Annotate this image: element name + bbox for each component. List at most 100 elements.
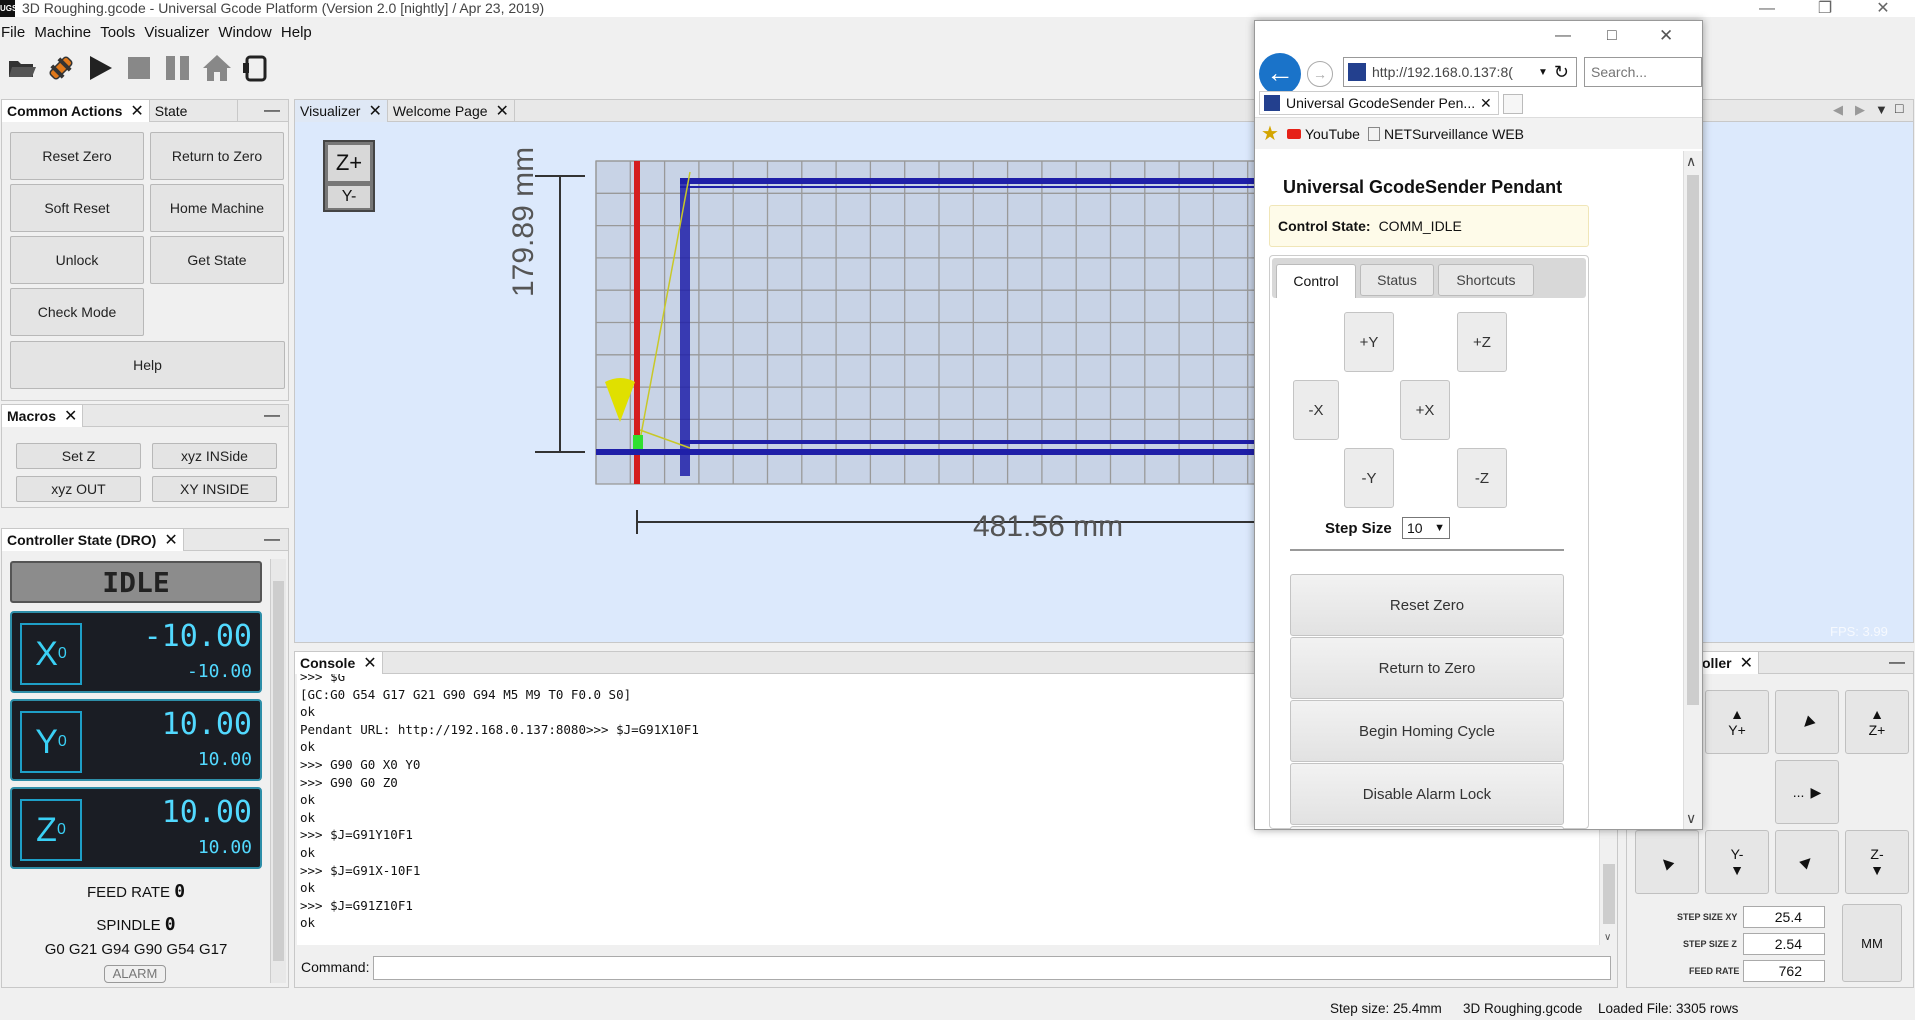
tab-console[interactable]: Console ✕ [295, 651, 383, 674]
favorite-youtube[interactable]: YouTube [1286, 126, 1360, 142]
pause-icon[interactable] [160, 50, 196, 86]
favorite-netsurveillance[interactable]: NETSurveillance WEB [1367, 126, 1524, 142]
pendant-more-button[interactable] [1290, 826, 1564, 829]
check-mode-button[interactable]: Check Mode [10, 288, 144, 336]
tab-nav-right-icon[interactable]: ▶ [1855, 102, 1865, 118]
menu-machine[interactable]: Machine [34, 24, 91, 41]
minimize-icon[interactable]: — [264, 407, 280, 425]
reset-zero-button[interactable]: Reset Zero [10, 132, 144, 180]
units-toggle-button[interactable]: MM [1842, 904, 1902, 982]
minimize-icon[interactable]: — [264, 531, 280, 549]
connect-plug-icon[interactable] [43, 50, 79, 86]
tab-macros[interactable]: Macros ✕ [2, 404, 84, 427]
pendant-jog-xminus[interactable]: -X [1293, 380, 1339, 440]
pendant-jog-yminus[interactable]: -Y [1344, 448, 1394, 508]
pendant-return-to-zero-button[interactable]: Return to Zero [1290, 637, 1564, 699]
close-icon[interactable]: ✕ [130, 101, 143, 121]
get-state-button[interactable]: Get State [150, 236, 284, 284]
pendant-homing-button[interactable]: Begin Homing Cycle [1290, 700, 1564, 762]
browser-maximize-icon[interactable]: □ [1607, 27, 1617, 45]
address-bar[interactable]: http://192.168.0.137:8( ▼ ↻ [1343, 57, 1577, 87]
tab-jog-controller[interactable]: oller ✕ [1697, 651, 1759, 674]
pendant-tab-shortcuts[interactable]: Shortcuts [1438, 264, 1534, 296]
browser-tab[interactable]: Universal GcodeSender Pen... ✕ [1259, 91, 1499, 115]
menu-window[interactable]: Window [218, 24, 271, 41]
tab-dro[interactable]: Controller State (DRO) ✕ [2, 528, 184, 551]
home-machine-button[interactable]: Home Machine [150, 184, 284, 232]
browser-close-icon[interactable]: ✕ [1659, 26, 1673, 46]
step-xy-spinner[interactable]: 25.4 [1743, 906, 1825, 928]
minimize-icon[interactable]: — [1889, 654, 1905, 672]
scrollbar-thumb[interactable] [273, 581, 284, 961]
pendant-disable-alarm-button[interactable]: Disable Alarm Lock [1290, 763, 1564, 825]
macro-xyz-out-button[interactable]: xyz OUT [16, 476, 141, 502]
axis-y-button[interactable]: Y0 [20, 711, 82, 773]
tab-visualizer[interactable]: Visualizer ✕ [295, 99, 388, 122]
favorites-star-icon[interactable]: ★ [1261, 121, 1279, 146]
return-to-zero-button[interactable]: Return to Zero [150, 132, 284, 180]
scroll-down-icon[interactable]: ∨ [1686, 810, 1696, 827]
close-icon[interactable]: ✕ [64, 406, 77, 426]
close-icon[interactable]: ✕ [164, 530, 177, 550]
maximize-icon[interactable]: □ [1895, 100, 1903, 116]
macro-xyz-inside-button[interactable]: xyz INSide [152, 443, 277, 469]
scrollbar-thumb[interactable] [1603, 864, 1615, 924]
tab-list-icon[interactable]: ▼ [1875, 102, 1888, 117]
pendant-icon[interactable] [238, 50, 274, 86]
pendant-jog-xplus[interactable]: +X [1400, 380, 1450, 440]
axis-z-button[interactable]: Z0 [20, 799, 82, 861]
minimize-icon[interactable]: — [1752, 0, 1782, 17]
step-z-spinner[interactable]: 2.54 [1743, 933, 1825, 955]
dropdown-arrow-icon[interactable]: ▼ [1538, 67, 1548, 78]
close-icon[interactable]: ✕ [496, 101, 509, 121]
stop-icon[interactable] [121, 50, 157, 86]
menu-file[interactable]: File [1, 24, 25, 41]
pendant-tab-control[interactable]: Control [1276, 264, 1356, 298]
unlock-button[interactable]: Unlock [10, 236, 144, 284]
open-folder-icon[interactable] [4, 50, 40, 86]
pendant-jog-zplus[interactable]: +Z [1457, 312, 1507, 372]
close-icon[interactable]: ✕ [1480, 95, 1492, 112]
jog-yplus-button[interactable]: ▲ Y+ [1705, 690, 1769, 754]
scroll-up-icon[interactable]: ∧ [1686, 153, 1696, 170]
step-size-select[interactable]: 10 ▼ [1402, 517, 1450, 539]
feed-rate-spinner[interactable]: 762 [1743, 960, 1825, 982]
pendant-tab-status[interactable]: Status [1360, 264, 1434, 296]
tab-nav-left-icon[interactable]: ◀ [1833, 102, 1843, 118]
soft-reset-button[interactable]: Soft Reset [10, 184, 144, 232]
restore-icon[interactable]: ❐ [1810, 0, 1840, 17]
jog-xplus-button[interactable]: ... ▶ [1775, 760, 1839, 824]
menu-visualizer[interactable]: Visualizer [144, 24, 209, 41]
back-button[interactable]: ← [1259, 53, 1301, 95]
home-icon[interactable] [199, 50, 235, 86]
command-input[interactable] [373, 956, 1611, 980]
jog-xminus-yminus-button[interactable]: ◀ [1635, 830, 1699, 894]
axis-x-button[interactable]: X0 [20, 623, 82, 685]
pendant-jog-yplus[interactable]: +Y [1344, 312, 1394, 372]
browser-minimize-icon[interactable]: — [1555, 27, 1571, 45]
new-tab-icon[interactable] [1503, 94, 1523, 114]
pendant-reset-zero-button[interactable]: Reset Zero [1290, 574, 1564, 636]
close-icon[interactable]: ✕ [368, 101, 381, 121]
scrollbar-thumb[interactable] [1687, 175, 1699, 705]
minimize-icon[interactable]: — [264, 102, 280, 120]
jog-zplus-button[interactable]: ▲ Z+ [1845, 690, 1909, 754]
menu-tools[interactable]: Tools [100, 24, 135, 41]
help-button[interactable]: Help [10, 341, 285, 389]
jog-xplus-yminus-button[interactable]: ◀ [1775, 830, 1839, 894]
forward-button[interactable]: → [1307, 61, 1333, 87]
browser-scrollbar[interactable]: ∧ ∨ [1683, 151, 1702, 829]
close-icon[interactable]: ✕ [1740, 653, 1753, 673]
jog-zminus-button[interactable]: Z- ▼ [1845, 830, 1909, 894]
jog-yminus-button[interactable]: Y- ▼ [1705, 830, 1769, 894]
refresh-icon[interactable]: ↻ [1554, 62, 1569, 83]
tab-state[interactable]: State [150, 99, 238, 122]
close-icon[interactable]: ✕ [1868, 0, 1898, 17]
tab-common-actions[interactable]: Common Actions ✕ [2, 99, 150, 122]
close-icon[interactable]: ✕ [363, 653, 376, 673]
macro-xy-inside-button[interactable]: XY INSIDE [152, 476, 277, 502]
browser-search-input[interactable] [1584, 57, 1702, 87]
menu-help[interactable]: Help [281, 24, 312, 41]
dro-scrollbar[interactable] [270, 559, 286, 983]
pendant-jog-zminus[interactable]: -Z [1457, 448, 1507, 508]
